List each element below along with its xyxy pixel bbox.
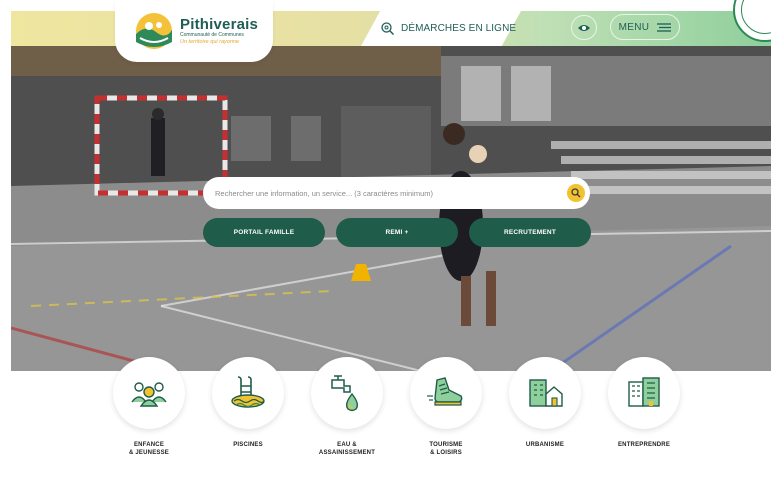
water-tap-icon	[331, 375, 359, 412]
logo-subtitle: Communauté de Communes	[180, 32, 244, 38]
page: PORTAIL FAMILLE REMI + RECRUTEMENT Pithi…	[0, 0, 771, 495]
category-entreprendre[interactable]: ENTREPRENDRE	[599, 357, 689, 449]
menu-button[interactable]: MENU	[610, 14, 680, 40]
category-label: URBANISME	[525, 442, 565, 448]
search-icon	[571, 188, 581, 198]
label-badge-ring	[741, 0, 771, 34]
sneaker-icon	[427, 377, 463, 406]
category-circle	[509, 357, 581, 429]
children-icon	[131, 382, 167, 407]
category-eau-assainissement[interactable]: EAU & ASSAINISSEMENT	[302, 357, 392, 457]
demarches-en-ligne-link[interactable]: DÉMARCHES EN LIGNE	[380, 17, 516, 39]
site-logo[interactable]: Pithiverais Communauté de Communes Un te…	[115, 0, 273, 62]
search-bar	[203, 177, 590, 209]
search-gear-icon	[381, 21, 395, 35]
logo-icon	[136, 13, 172, 49]
category-circle	[410, 357, 482, 429]
hamburger-icon	[657, 22, 672, 32]
category-circle	[113, 357, 185, 429]
category-tourisme-loisirs[interactable]: TOURISME & LOISIRS	[401, 357, 491, 457]
category-label: PISCINES	[233, 442, 263, 448]
category-piscines[interactable]: PISCINES	[203, 357, 293, 449]
category-enfance-jeunesse[interactable]: ENFANCE & JEUNESSE	[104, 357, 194, 457]
demarches-label: DÉMARCHES EN LIGNE	[401, 22, 517, 34]
pool-icon	[231, 376, 265, 408]
accessibility-button[interactable]	[571, 15, 597, 40]
category-label: TOURISME & LOISIRS	[429, 442, 463, 456]
search-input[interactable]	[215, 185, 555, 201]
portail-famille-button[interactable]: PORTAIL FAMILLE	[203, 218, 325, 247]
logo-tagline: Un territoire qui rayonne	[180, 39, 240, 45]
category-label: ENFANCE & JEUNESSE	[128, 442, 169, 456]
category-circle	[311, 357, 383, 429]
category-label: ENTREPRENDRE	[617, 442, 671, 448]
menu-label: MENU	[618, 21, 650, 33]
buildings-icon	[529, 379, 563, 407]
category-urbanisme[interactable]: URBANISME	[500, 357, 590, 449]
eye-icon	[578, 24, 590, 31]
recrutement-button[interactable]: RECRUTEMENT	[469, 218, 591, 247]
remi-button[interactable]: REMI +	[336, 218, 458, 247]
search-button[interactable]	[567, 184, 585, 202]
logo-name: Pithiverais	[180, 16, 259, 33]
category-label: EAU & ASSAINISSEMENT	[318, 442, 376, 456]
office-buildings-icon	[628, 377, 660, 407]
category-circle	[608, 357, 680, 429]
category-circle	[212, 357, 284, 429]
